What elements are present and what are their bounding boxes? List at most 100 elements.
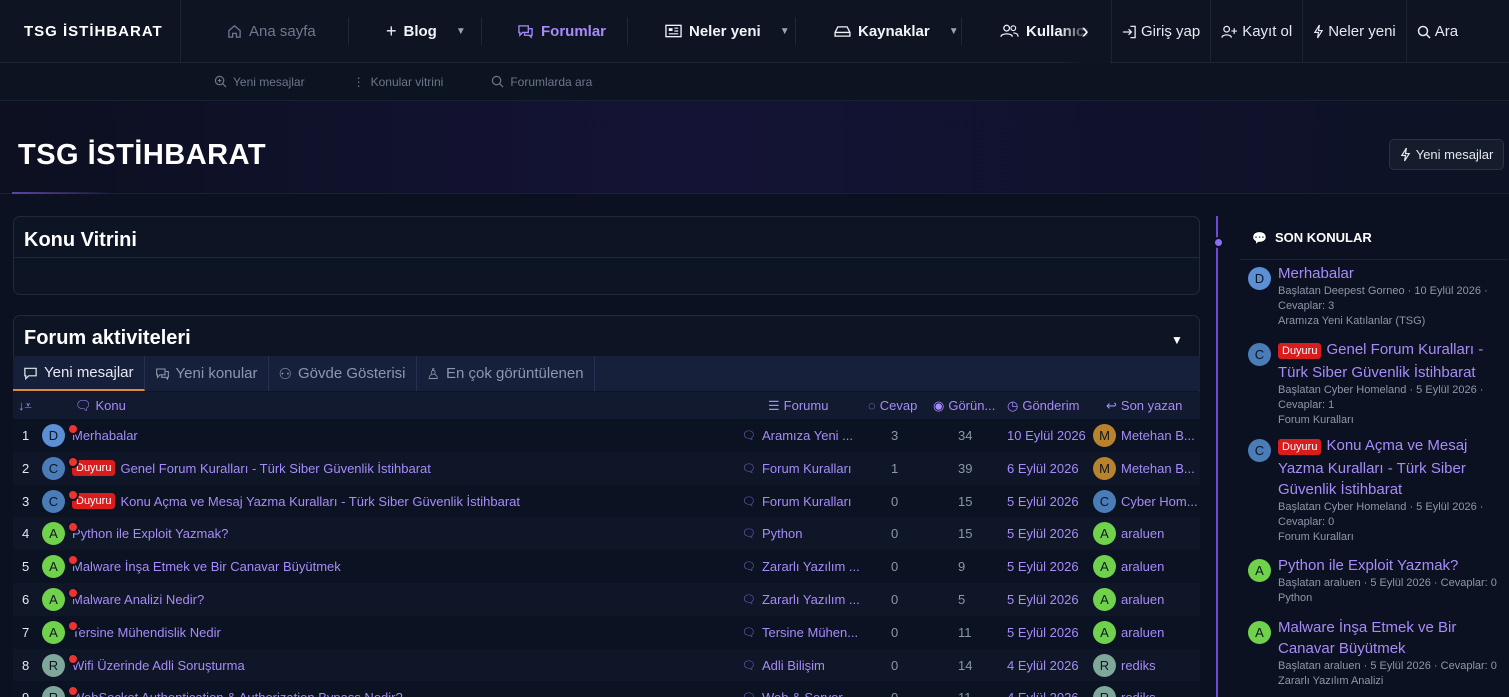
tab-most-viewed[interactable]: ♙ En çok görüntülenen — [417, 356, 595, 391]
last-poster-link[interactable]: Metehan B... — [1121, 428, 1195, 443]
avatar[interactable]: R — [42, 653, 65, 677]
avatar[interactable]: C — [1093, 489, 1116, 513]
post-date[interactable]: 4 Eylül 2026 — [1007, 649, 1079, 682]
forum-link[interactable]: Zararlı Yazılım ... — [762, 592, 860, 607]
table-row[interactable]: 8 R Wifi Üzerinde Adli Soruşturma 🗨 Adli Bil… — [13, 648, 1200, 682]
table-row[interactable]: 3 C Duyuru Konu Açma ve Mesaj Yazma Kuralla… — [13, 484, 1200, 518]
post-date[interactable]: 4 Eylül 2026 — [1007, 681, 1079, 697]
site-logo[interactable]: TSG İSTİHBARAT — [0, 0, 181, 63]
table-row[interactable]: 7 A Tersine Mühendislik Nedir 🗨 Tersine Mühe… — [13, 615, 1200, 649]
avatar[interactable]: A — [42, 620, 65, 644]
topic-title-link[interactable]: WebSocket Authentication & Authorization… — [72, 690, 403, 697]
subnav-new-posts[interactable]: Yeni mesajlar — [214, 75, 305, 89]
topic-title-link[interactable]: Wifi Üzerinde Adli Soruşturma — [72, 658, 245, 673]
avatar[interactable]: R — [1093, 653, 1116, 677]
avatar[interactable]: M — [1093, 456, 1116, 480]
avatar[interactable]: C — [1248, 343, 1271, 366]
topic-title-link[interactable]: Malware Analizi Nedir? — [72, 592, 204, 607]
forum-link[interactable]: Forum Kuralları — [762, 494, 852, 509]
table-row[interactable]: 5 A Malware İnşa Etmek ve Bir Canavar Büyü… — [13, 550, 1200, 584]
sidebar-thread-title[interactable]: Duyuru Genel Forum Kuralları - Türk Siber… — [1278, 339, 1506, 383]
post-date[interactable]: 6 Eylül 2026 — [1007, 452, 1079, 485]
column-replies[interactable]: ◌ Cevap — [868, 392, 917, 419]
topic-title-link[interactable]: Genel Forum Kuralları - Türk Siber Güven… — [120, 461, 430, 476]
table-row[interactable]: 9 R WebSocket Authentication & Authorizati… — [13, 681, 1200, 697]
avatar[interactable]: A — [1093, 588, 1116, 611]
search-link[interactable]: Ara — [1407, 0, 1468, 63]
tab-new-posts[interactable]: Yeni mesajlar — [13, 356, 145, 391]
tab-showcase[interactable]: ⚇ Gövde Gösterisi — [269, 356, 417, 391]
avatar[interactable]: R — [1093, 686, 1116, 697]
last-poster-link[interactable]: araluen — [1121, 559, 1164, 574]
sort-icon[interactable]: ↓⩡ — [18, 392, 32, 419]
post-date[interactable]: 5 Eylül 2026 — [1007, 485, 1079, 518]
post-date[interactable]: 5 Eylül 2026 — [1007, 583, 1079, 616]
last-poster-link[interactable]: rediks — [1121, 658, 1156, 673]
last-poster-link[interactable]: araluen — [1121, 625, 1164, 640]
nav-resources[interactable]: Kaynaklar ▼ — [834, 0, 959, 63]
avatar[interactable]: A — [1093, 555, 1116, 579]
subnav-showcase[interactable]: ⋮ Konular vitrini — [353, 75, 444, 89]
forum-link[interactable]: Forum Kuralları — [762, 461, 852, 476]
caret-down-icon[interactable]: ▼ — [949, 26, 959, 37]
register-link[interactable]: Kayıt ol — [1211, 0, 1304, 63]
nav-home[interactable]: Ana sayfa — [227, 0, 316, 63]
avatar[interactable]: A — [1093, 522, 1116, 546]
new-posts-button[interactable]: Yeni mesajlar — [1389, 139, 1504, 170]
avatar[interactable]: A — [42, 522, 65, 546]
topic-title-link[interactable]: Python ile Exploit Yazmak? — [72, 526, 228, 541]
topic-title-link[interactable]: Konu Açma ve Mesaj Yazma Kuralları - Tür… — [120, 494, 520, 509]
post-date[interactable]: 10 Eylül 2026 — [1007, 419, 1086, 452]
last-poster-link[interactable]: rediks — [1121, 690, 1156, 697]
table-row[interactable]: 2 C Duyuru Genel Forum Kuralları - Türk Sib… — [13, 451, 1200, 485]
column-date[interactable]: ◷ Gönderim — [1007, 392, 1079, 419]
avatar[interactable]: M — [1093, 424, 1116, 447]
forum-link[interactable]: Adli Bilişim — [762, 658, 825, 673]
nav-whats-new[interactable]: Neler yeni ▼ — [665, 0, 790, 63]
topic-title-link[interactable]: Merhabalar — [72, 428, 138, 443]
caret-down-icon[interactable]: ▼ — [780, 26, 790, 37]
collapse-toggle-icon[interactable]: ▼ — [1171, 333, 1183, 347]
sidebar-thread-title-text[interactable]: Merhabalar — [1278, 265, 1354, 282]
caret-down-icon[interactable]: ▼ — [456, 26, 466, 37]
forum-link[interactable]: Python — [762, 526, 802, 541]
post-date[interactable]: 5 Eylül 2026 — [1007, 616, 1079, 649]
avatar[interactable]: C — [1248, 439, 1271, 462]
avatar[interactable]: R — [42, 686, 65, 697]
whats-new-link[interactable]: Neler yeni — [1303, 0, 1407, 63]
avatar[interactable]: D — [42, 424, 65, 447]
forum-link[interactable]: Zararlı Yazılım ... — [762, 559, 860, 574]
tab-new-threads[interactable]: Yeni konular — [145, 356, 269, 391]
sidebar-thread-title-text[interactable]: Python ile Exploit Yazmak? — [1278, 557, 1458, 574]
avatar[interactable]: A — [1248, 621, 1271, 644]
table-row[interactable]: 4 A Python ile Exploit Yazmak? 🗨 Python 0 15 5 … — [13, 517, 1200, 551]
column-forum[interactable]: ☰ Forumu — [768, 392, 828, 419]
nav-forums[interactable]: Forumlar — [517, 0, 606, 63]
forum-link[interactable]: Aramıza Yeni ... — [762, 428, 853, 443]
avatar[interactable]: C — [42, 456, 65, 480]
forum-link[interactable]: Tersine Mühen... — [762, 625, 858, 640]
table-row[interactable]: 6 A Malware Analizi Nedir? 🗨 Zararlı Yazılım… — [13, 583, 1200, 616]
sidebar-thread-title[interactable]: Duyuru Konu Açma ve Mesaj Yazma Kuralları… — [1278, 435, 1506, 500]
post-date[interactable]: 5 Eylül 2026 — [1007, 550, 1079, 583]
topic-title-link[interactable]: Malware İnşa Etmek ve Bir Canavar Büyütm… — [72, 559, 341, 574]
table-row[interactable]: 1 D Merhabalar 🗨 Aramıza Yeni ... 3 34 10 Eylül… — [13, 419, 1200, 452]
topic-title-link[interactable]: Tersine Mühendislik Nedir — [72, 625, 221, 640]
column-last-poster[interactable]: ↩ Son yazan — [1106, 392, 1182, 419]
sidebar-thread-title[interactable]: Python ile Exploit Yazmak? — [1278, 555, 1506, 576]
sidebar-thread-title[interactable]: Merhabalar — [1278, 263, 1506, 284]
login-link[interactable]: Giriş yap — [1112, 0, 1212, 63]
avatar[interactable]: D — [1248, 267, 1271, 290]
column-topic[interactable]: 🗨 Konu — [75, 392, 126, 419]
avatar[interactable]: A — [42, 588, 65, 611]
column-views[interactable]: ◉ Görün... — [933, 392, 995, 419]
nav-blog[interactable]: + Blog ▼ — [386, 0, 466, 63]
last-poster-link[interactable]: Metehan B... — [1121, 461, 1195, 476]
post-date[interactable]: 5 Eylül 2026 — [1007, 517, 1079, 550]
avatar[interactable]: A — [42, 555, 65, 579]
chevron-right-icon[interactable]: › — [1071, 16, 1099, 46]
sidebar-thread-title[interactable]: Malware İnşa Etmek ve Bir Canavar Büyütm… — [1278, 617, 1506, 659]
last-poster-link[interactable]: Cyber Hom... — [1121, 494, 1198, 509]
avatar[interactable]: C — [42, 489, 65, 513]
avatar[interactable]: A — [1248, 559, 1271, 582]
